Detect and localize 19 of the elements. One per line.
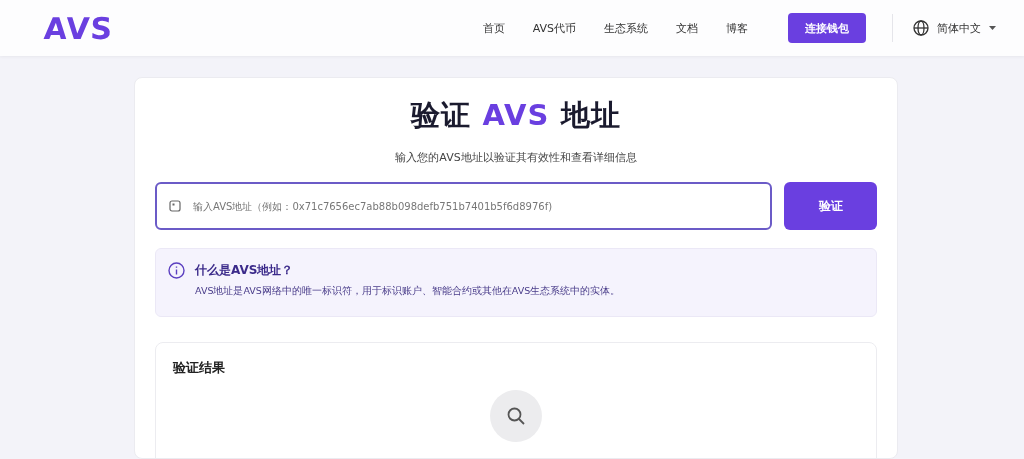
- verify-button[interactable]: 验证: [784, 182, 877, 230]
- address-input-field[interactable]: 输入AVS地址（例如：0x71c7656ec7ab88b098defb751b7401b5f6d8976f): [155, 182, 772, 230]
- nav-link[interactable]: 生态系统: [604, 16, 648, 40]
- nav-link[interactable]: 首页: [482, 16, 505, 40]
- logo[interactable]: AVS: [41, 10, 116, 46]
- info-title: 什么是AVS地址？: [195, 262, 294, 279]
- search-icon: [506, 406, 526, 426]
- nav-link[interactable]: AVS代币: [532, 16, 576, 40]
- info-icon: [168, 262, 185, 279]
- subtitle: 输入您的AVS地址以验证其有效性和查看详细信息: [394, 150, 638, 165]
- nav-link[interactable]: 博客: [726, 16, 748, 40]
- language-selector[interactable]: 简体中文: [937, 20, 981, 36]
- globe-icon[interactable]: [913, 20, 929, 36]
- results-title: 验证结果: [173, 359, 226, 377]
- page-title: 验证 AVS 地址: [409, 97, 622, 134]
- info-text: AVS地址是AVS网络中的唯一标识符，用于标识账户、智能合约或其他在AVS生态系统中的实体。: [195, 285, 622, 298]
- caret-icon[interactable]: [989, 26, 996, 30]
- connect-wallet-button[interactable]: 连接钱包: [788, 13, 866, 43]
- nav-link[interactable]: 文档: [676, 16, 698, 40]
